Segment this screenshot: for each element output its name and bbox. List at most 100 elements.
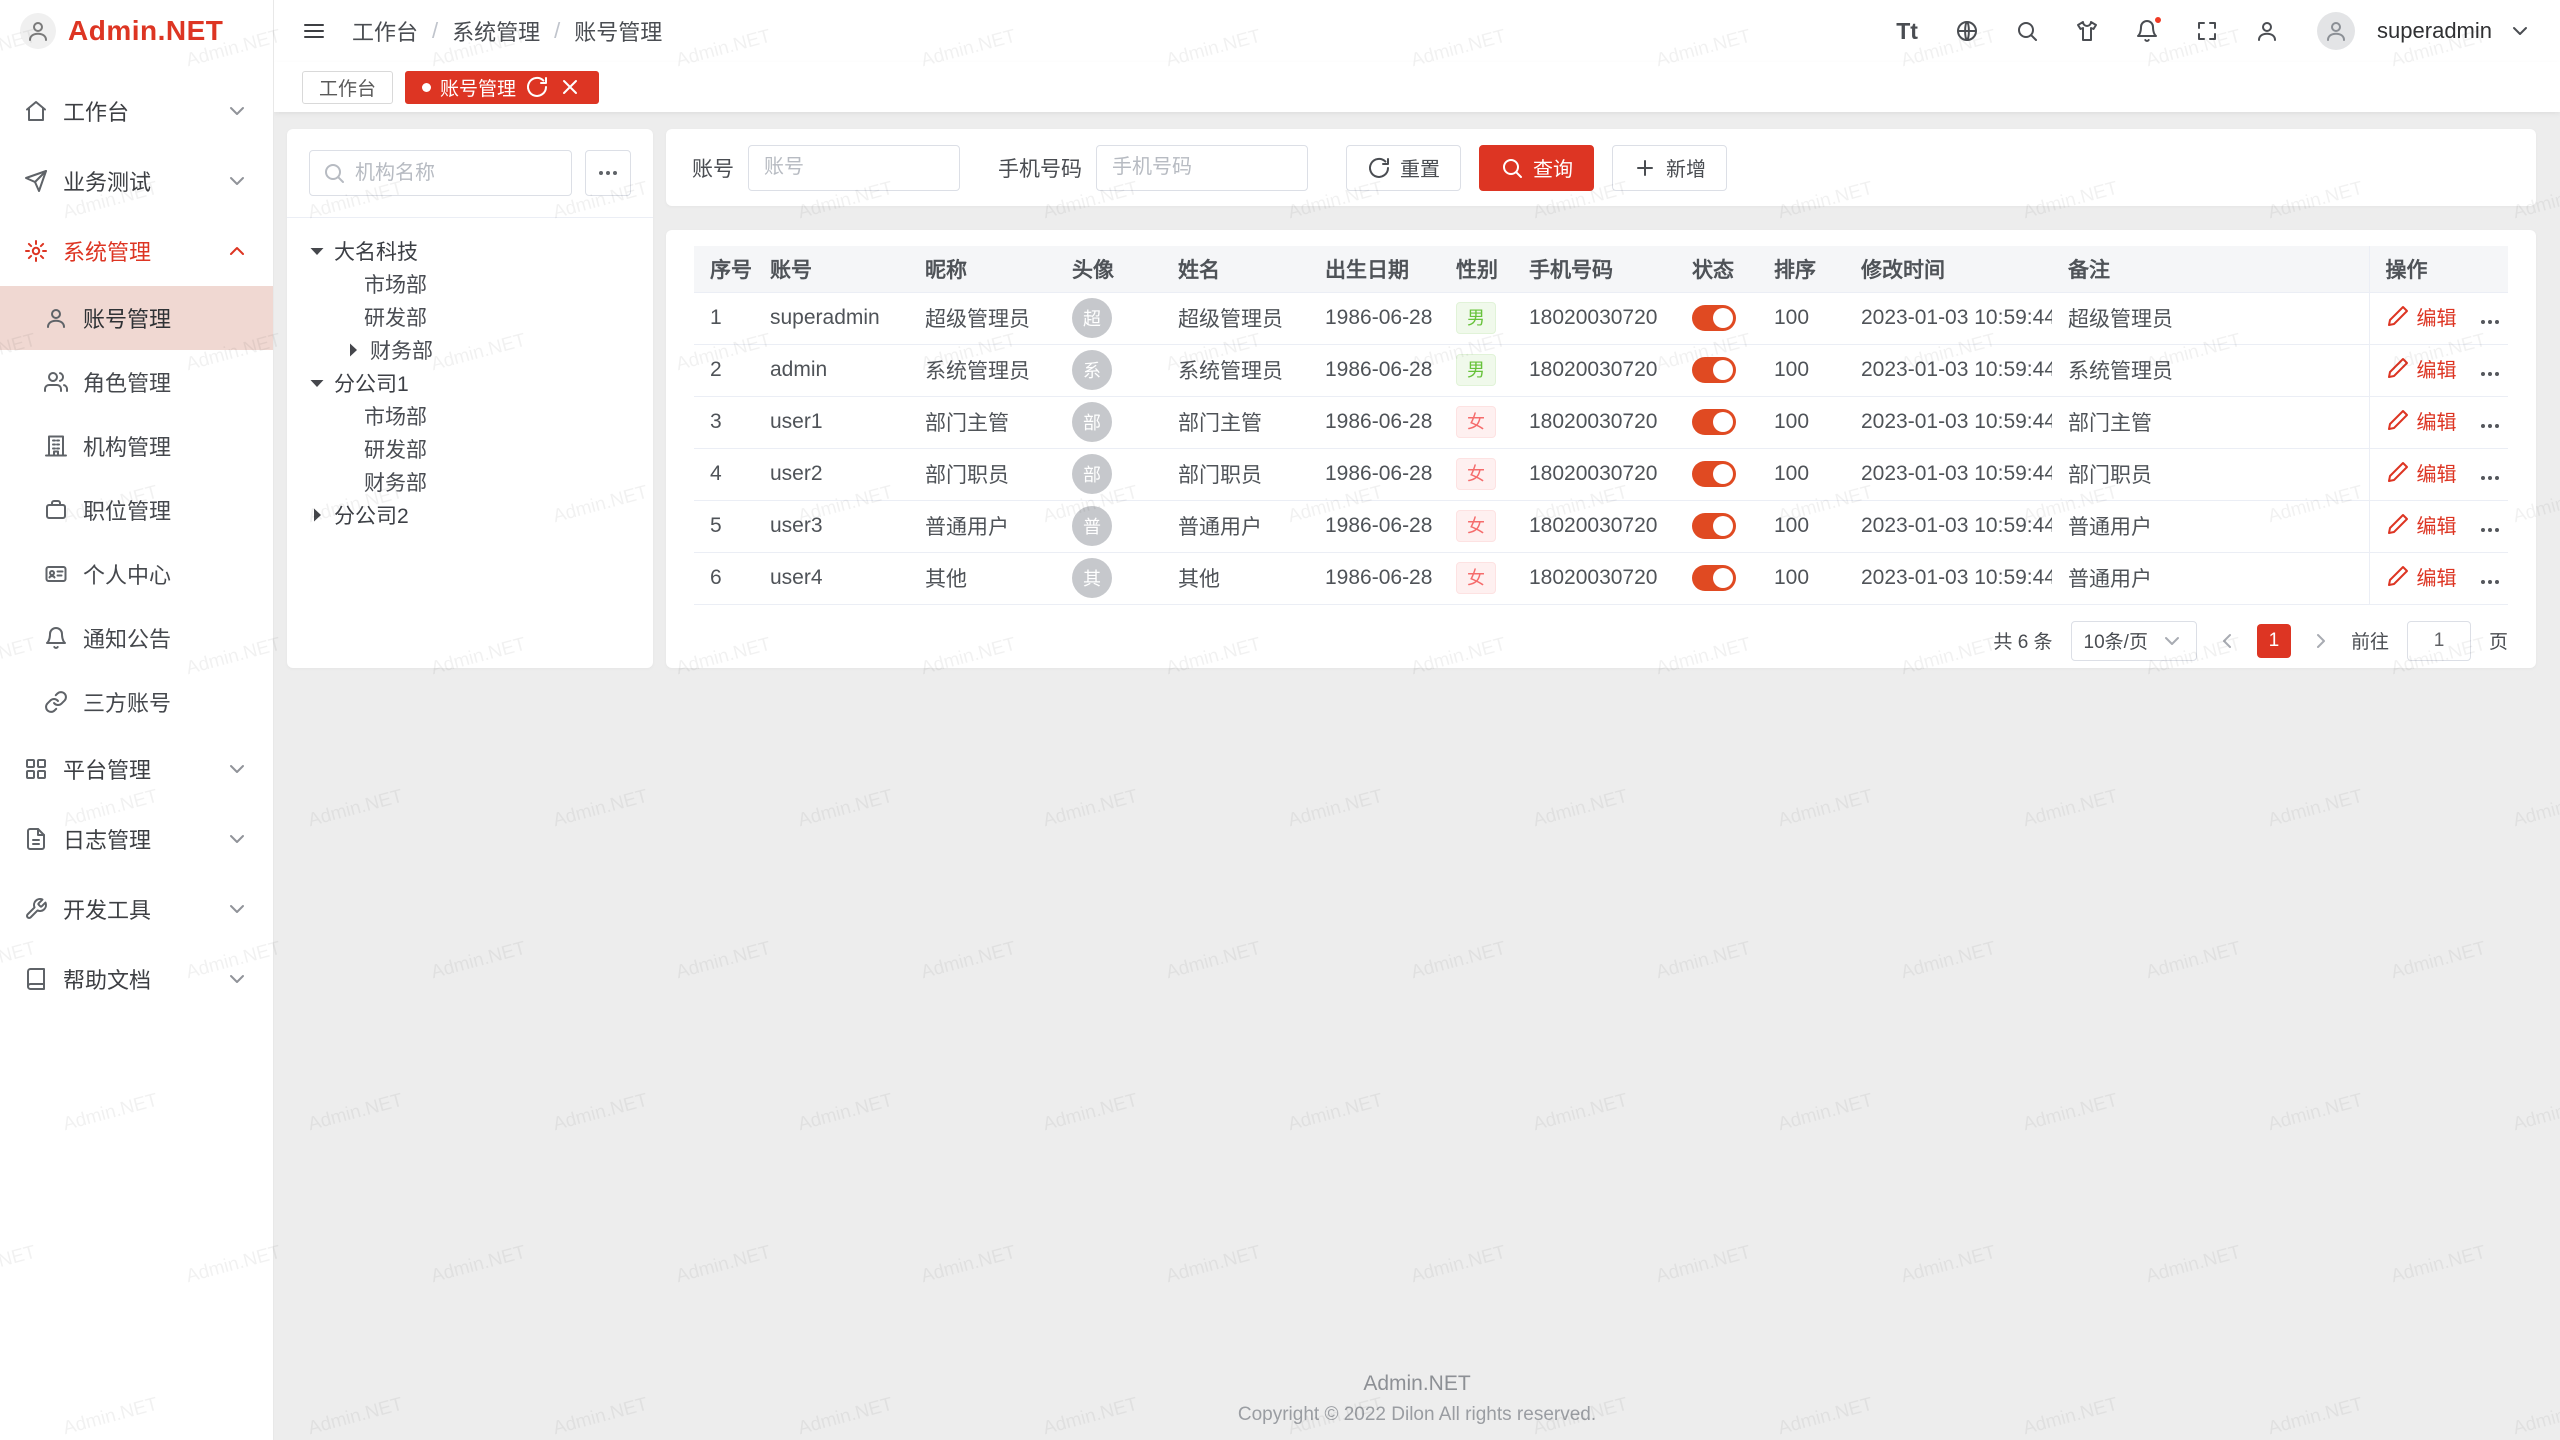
more-actions-button[interactable] [2478,310,2502,334]
tab-account-management[interactable]: 账号管理 [405,71,599,104]
cell-avatar: 系 [1056,344,1162,396]
tree-node[interactable]: 研发部 [297,432,643,465]
tree-node-label: 研发部 [364,302,427,332]
sidebar-item-org-management[interactable]: 机构管理 [0,414,273,478]
caret-down-icon[interactable] [305,371,329,395]
edit-button[interactable]: 编辑 [2386,354,2457,383]
next-page-button[interactable] [2309,629,2333,653]
pagination-total: 共 6 条 [1993,627,2052,654]
sidebar-item-post-management[interactable]: 职位管理 [0,478,273,542]
cell-status [1676,344,1758,396]
cell-remark: 系统管理员 [2052,344,2369,396]
current-page-button[interactable]: 1 [2257,624,2291,658]
page-footer: Admin.NET Copyright © 2022 Dilon All rig… [274,1372,2560,1426]
account-input[interactable] [748,145,960,191]
tree-more-button[interactable] [585,150,631,196]
breadcrumb: 工作台 / 系统管理 / 账号管理 [352,15,662,47]
cell-status [1676,448,1758,500]
sidebar-item-role-management[interactable]: 角色管理 [0,350,273,414]
search-button[interactable]: 查询 [1479,145,1594,191]
sidebar-item-personal-center[interactable]: 个人中心 [0,542,273,606]
breadcrumb-item[interactable]: 工作台 [352,15,418,47]
status-toggle[interactable] [1692,305,1736,331]
cell-no: 2 [694,344,754,396]
tab-workbench[interactable]: 工作台 [302,71,393,104]
avatar[interactable] [2317,12,2355,50]
tree-node[interactable]: 财务部 [297,333,643,366]
sidebar-item-account-management[interactable]: 账号管理 [0,286,273,350]
table-row: 4 user2 部门职员 部 部门职员 1986-06-28 女 1802003… [694,448,2508,500]
add-button[interactable]: 新增 [1612,145,1727,191]
edit-button[interactable]: 编辑 [2386,406,2457,435]
caret-right-icon[interactable] [305,503,329,527]
pencil-icon [2386,304,2410,328]
sidebar-item-business-test[interactable]: 业务测试 [0,146,273,216]
refresh-icon[interactable] [525,75,549,99]
sidebar-item-platform-management[interactable]: 平台管理 [0,734,273,804]
close-icon[interactable] [558,75,582,99]
pencil-icon [2386,460,2410,484]
tree-node[interactable]: 财务部 [297,465,643,498]
status-toggle[interactable] [1692,409,1736,435]
tree-node[interactable]: 研发部 [297,300,643,333]
more-actions-button[interactable] [2478,362,2502,386]
app-logo[interactable]: Admin.NET [0,0,273,62]
more-actions-button[interactable] [2478,414,2502,438]
sidebar-item-workbench[interactable]: 工作台 [0,76,273,146]
menu-collapse-icon[interactable] [302,19,326,43]
goto-page-input[interactable] [2407,621,2471,661]
reset-button[interactable]: 重置 [1346,145,1461,191]
status-toggle[interactable] [1692,461,1736,487]
prev-page-button[interactable] [2215,629,2239,653]
sidebar-item-system-management[interactable]: 系统管理 [0,216,273,286]
theme-icon[interactable] [2069,13,2105,49]
sidebar-item-log-management[interactable]: 日志管理 [0,804,273,874]
chevron-down-icon[interactable] [2508,19,2532,43]
tree-node[interactable]: 大名科技 [297,234,643,267]
logo-icon [20,13,56,49]
org-search-field[interactable] [309,150,572,196]
more-actions-button[interactable] [2478,466,2502,490]
language-icon[interactable] [1949,13,1985,49]
tree-node[interactable]: 市场部 [297,267,643,300]
col-modified: 修改时间 [1845,246,2052,292]
search-icon[interactable] [2009,13,2045,49]
tree-node[interactable]: 市场部 [297,399,643,432]
fullscreen-icon[interactable] [2189,13,2225,49]
sidebar-item-dev-tools[interactable]: 开发工具 [0,874,273,944]
layout-settings-icon[interactable] [2249,13,2285,49]
log-icon [24,827,48,851]
chevron-down-icon [225,897,249,921]
table-row: 2 admin 系统管理员 系 系统管理员 1986-06-28 男 18020… [694,344,2508,396]
notification-icon[interactable] [2129,13,2165,49]
more-actions-button[interactable] [2478,518,2502,542]
breadcrumb-item[interactable]: 账号管理 [574,15,662,47]
help-icon [24,967,48,991]
caret-right-icon[interactable] [341,338,365,362]
status-toggle[interactable] [1692,565,1736,591]
sidebar-item-notice[interactable]: 通知公告 [0,606,273,670]
caret-down-icon[interactable] [305,239,329,263]
more-actions-button[interactable] [2478,570,2502,594]
cell-remark: 普通用户 [2052,500,2369,552]
edit-button[interactable]: 编辑 [2386,562,2457,591]
tree-node[interactable]: 分公司2 [297,498,643,531]
sidebar: Admin.NET 工作台 业务测试 系统管理 账号管理 角色管理 机构管理 [0,0,274,1440]
font-size-icon[interactable]: Tt [1889,13,1925,49]
sidebar-item-help-docs[interactable]: 帮助文档 [0,944,273,1014]
status-toggle[interactable] [1692,513,1736,539]
status-toggle[interactable] [1692,357,1736,383]
breadcrumb-item[interactable]: 系统管理 [452,15,540,47]
edit-button[interactable]: 编辑 [2386,458,2457,487]
cell-phone: 18020030720 [1513,292,1676,344]
tree-node[interactable]: 分公司1 [297,366,643,399]
username[interactable]: superadmin [2377,18,2492,44]
page-size-select[interactable]: 10条/页 [2071,621,2197,661]
sidebar-item-third-party-account[interactable]: 三方账号 [0,670,273,734]
home-icon [24,99,48,123]
edit-button[interactable]: 编辑 [2386,302,2457,331]
phone-input[interactable] [1096,145,1308,191]
org-search-input[interactable] [355,162,559,185]
pencil-icon [2386,512,2410,536]
edit-button[interactable]: 编辑 [2386,510,2457,539]
